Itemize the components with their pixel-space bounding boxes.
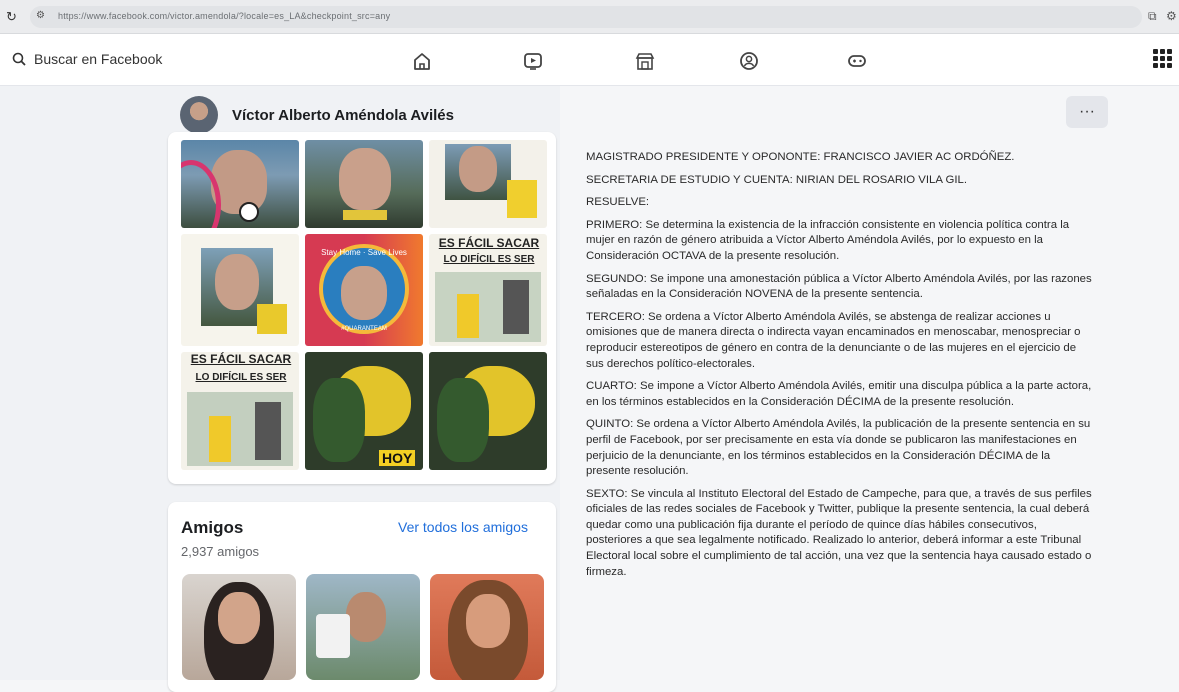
sticker-caption: ES FÁCIL SACAR: [438, 236, 540, 250]
cup-image: [316, 614, 350, 658]
reload-icon[interactable]: ↻: [6, 9, 17, 25]
browser-url-bar: ↻ ⚙ https://www.facebook.com/victor.amen…: [0, 0, 1179, 34]
watch-icon[interactable]: [520, 48, 546, 74]
more-options-button[interactable]: ···: [1066, 96, 1108, 128]
profile-name[interactable]: Víctor Alberto Améndola Avilés: [232, 107, 454, 124]
search-box[interactable]: Buscar en Facebook: [12, 51, 162, 67]
camera-icon: [239, 202, 259, 222]
see-all-friends-link[interactable]: Ver todos los amigos: [398, 519, 528, 535]
friends-title: Amigos: [181, 518, 244, 537]
sticker: [343, 210, 387, 220]
sticker-caption: ES FÁCIL SACAR: [190, 352, 292, 366]
photo-tile[interactable]: [305, 140, 423, 228]
illustration: [255, 402, 281, 460]
sticker-caption: LO DIFÍCIL ES SER: [443, 254, 535, 265]
friend-photo[interactable]: [306, 574, 420, 680]
face-image: [459, 146, 497, 192]
illustration: [313, 378, 365, 462]
photo-tile[interactable]: [429, 140, 547, 228]
photo-tile[interactable]: HOY: [305, 352, 423, 470]
resolution-document: MAGISTRADO PRESIDENTE Y OPONONTE: FRANCI…: [586, 150, 1096, 587]
photo-tile[interactable]: [181, 234, 299, 346]
document-paragraph: QUINTO: Se ordena a Víctor Alberto Aménd…: [586, 418, 1091, 478]
photo-tile[interactable]: [429, 352, 547, 470]
reader-icon[interactable]: ⧉: [1148, 9, 1157, 24]
friend-photo[interactable]: [182, 574, 296, 680]
document-paragraph: SECRETARIA DE ESTUDIO Y CUENTA: NIRIAN D…: [586, 173, 968, 186]
face-image: [218, 592, 260, 644]
sticker: [257, 304, 287, 334]
document-paragraph: SEXTO: Se vincula al Instituto Electoral…: [586, 487, 1092, 578]
friend-photo[interactable]: [430, 574, 544, 680]
hoy-badge: HOY: [379, 450, 416, 466]
site-info-icon[interactable]: ⚙: [36, 10, 45, 21]
sticker: [507, 180, 537, 218]
search-input[interactable]: Buscar en Facebook: [34, 51, 162, 67]
document-paragraph: PRIMERO: Se determina la existencia de l…: [586, 218, 1070, 262]
face-image: [215, 254, 259, 310]
profile-header: Víctor Alberto Améndola Avilés: [180, 96, 454, 134]
face-image: [346, 592, 386, 642]
marketplace-icon[interactable]: [632, 48, 658, 74]
badge-text-bottom: #QUARANTEAM: [341, 326, 387, 332]
search-icon: [12, 52, 26, 66]
face-image: [341, 266, 387, 320]
friends-count: 2,937 amigos: [181, 544, 260, 559]
document-paragraph: TERCERO: Se ordena a Víctor Alberto Amén…: [586, 310, 1081, 370]
photo-tile[interactable]: ES FÁCIL SACAR LO DIFÍCIL ES SER: [181, 352, 299, 470]
illustration: [437, 378, 489, 462]
face-image: [339, 148, 391, 210]
illustration: [503, 280, 529, 334]
badge-text-top: Stay Home · Save Lives: [321, 248, 407, 257]
home-icon[interactable]: [409, 48, 435, 74]
gaming-icon[interactable]: [844, 48, 870, 74]
document-paragraph: SEGUNDO: Se impone una amonestación públ…: [586, 272, 1092, 301]
photo-tile[interactable]: Stay Home · Save Lives #QUARANTEAM: [305, 234, 423, 346]
settings-icon[interactable]: ⚙: [1166, 9, 1177, 23]
avatar[interactable]: [180, 96, 218, 134]
menu-grid-icon[interactable]: [1153, 49, 1173, 69]
illustration: [457, 294, 479, 338]
sticker-caption: LO DIFÍCIL ES SER: [195, 372, 287, 383]
face-image: [466, 594, 510, 648]
groups-icon[interactable]: [736, 48, 762, 74]
photo-tile[interactable]: ES FÁCIL SACAR LO DIFÍCIL ES SER: [429, 234, 547, 346]
facebook-top-nav: Buscar en Facebook: [0, 34, 1179, 86]
url-text[interactable]: https://www.facebook.com/victor.amendola…: [58, 11, 390, 21]
document-paragraph: CUARTO: Se impone a Víctor Alberto Aménd…: [586, 380, 1092, 408]
illustration: [209, 416, 231, 462]
document-paragraph: RESUELVE:: [586, 196, 650, 209]
photo-tile[interactable]: [181, 140, 299, 228]
document-paragraph: MAGISTRADO PRESIDENTE Y OPONONTE: FRANCI…: [586, 151, 1015, 163]
